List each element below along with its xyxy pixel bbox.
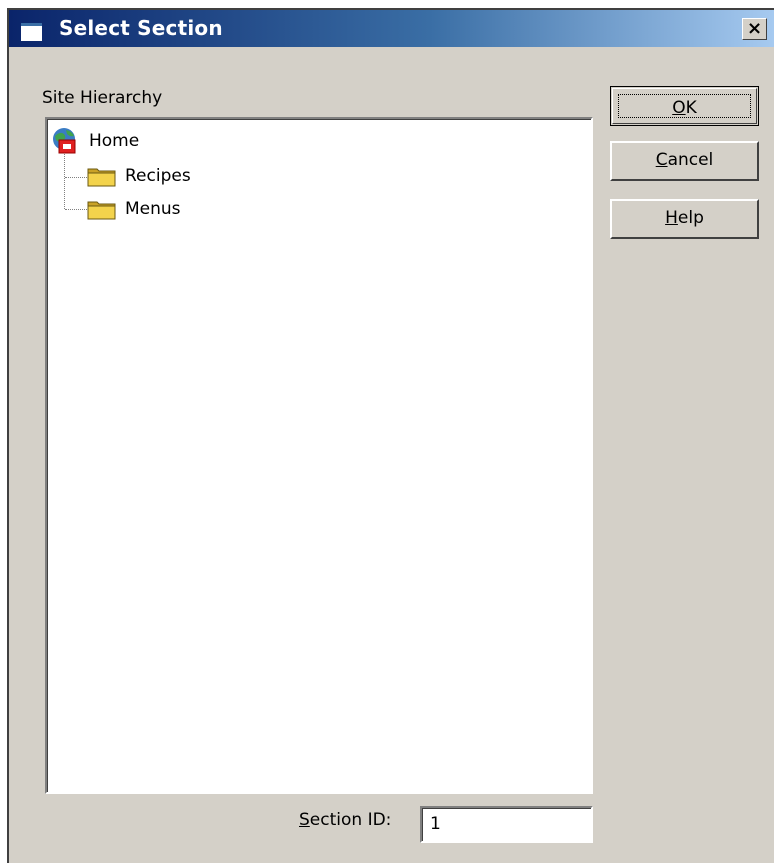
section-id-accel-key: S	[299, 810, 310, 830]
tree-connector-line	[65, 209, 87, 210]
ok-button-focus: OK	[618, 94, 751, 118]
folder-icon	[87, 201, 116, 220]
title-bar[interactable]: Select Section ×	[9, 10, 774, 47]
tree-node-label: Home	[89, 131, 140, 151]
section-id-label-text: ection ID:	[309, 810, 392, 830]
close-icon: ×	[746, 18, 763, 39]
tree-node-label: Recipes	[125, 166, 191, 186]
section-id-input[interactable]: 1	[420, 806, 593, 843]
help-accel-key: H	[665, 208, 678, 228]
ok-button-bevel: OK	[612, 88, 757, 124]
select-section-dialog: Select Section × Site Hierarchy Home Rec…	[7, 8, 774, 863]
tree-connector-line	[65, 177, 87, 178]
help-label: elp	[677, 208, 704, 228]
section-id-label: Section ID:	[299, 810, 391, 830]
site-hierarchy-tree[interactable]: Home Recipes Menus	[45, 117, 593, 794]
site-hierarchy-label: Site Hierarchy	[42, 88, 163, 108]
cancel-button[interactable]: Cancel	[610, 141, 759, 181]
home-site-icon	[53, 128, 76, 154]
cancel-label: ancel	[667, 150, 714, 170]
folder-icon	[87, 168, 116, 187]
ok-label: K	[685, 98, 697, 118]
tree-node-label: Menus	[125, 199, 181, 219]
close-button[interactable]: ×	[742, 18, 767, 40]
ok-accel-key: O	[672, 98, 686, 118]
window-title: Select Section	[59, 16, 223, 40]
tree-connector-line	[64, 151, 65, 209]
cancel-accel-key: C	[655, 150, 668, 170]
window-icon	[21, 23, 42, 41]
ok-button[interactable]: OK	[610, 86, 759, 126]
help-button[interactable]: Help	[610, 199, 759, 239]
